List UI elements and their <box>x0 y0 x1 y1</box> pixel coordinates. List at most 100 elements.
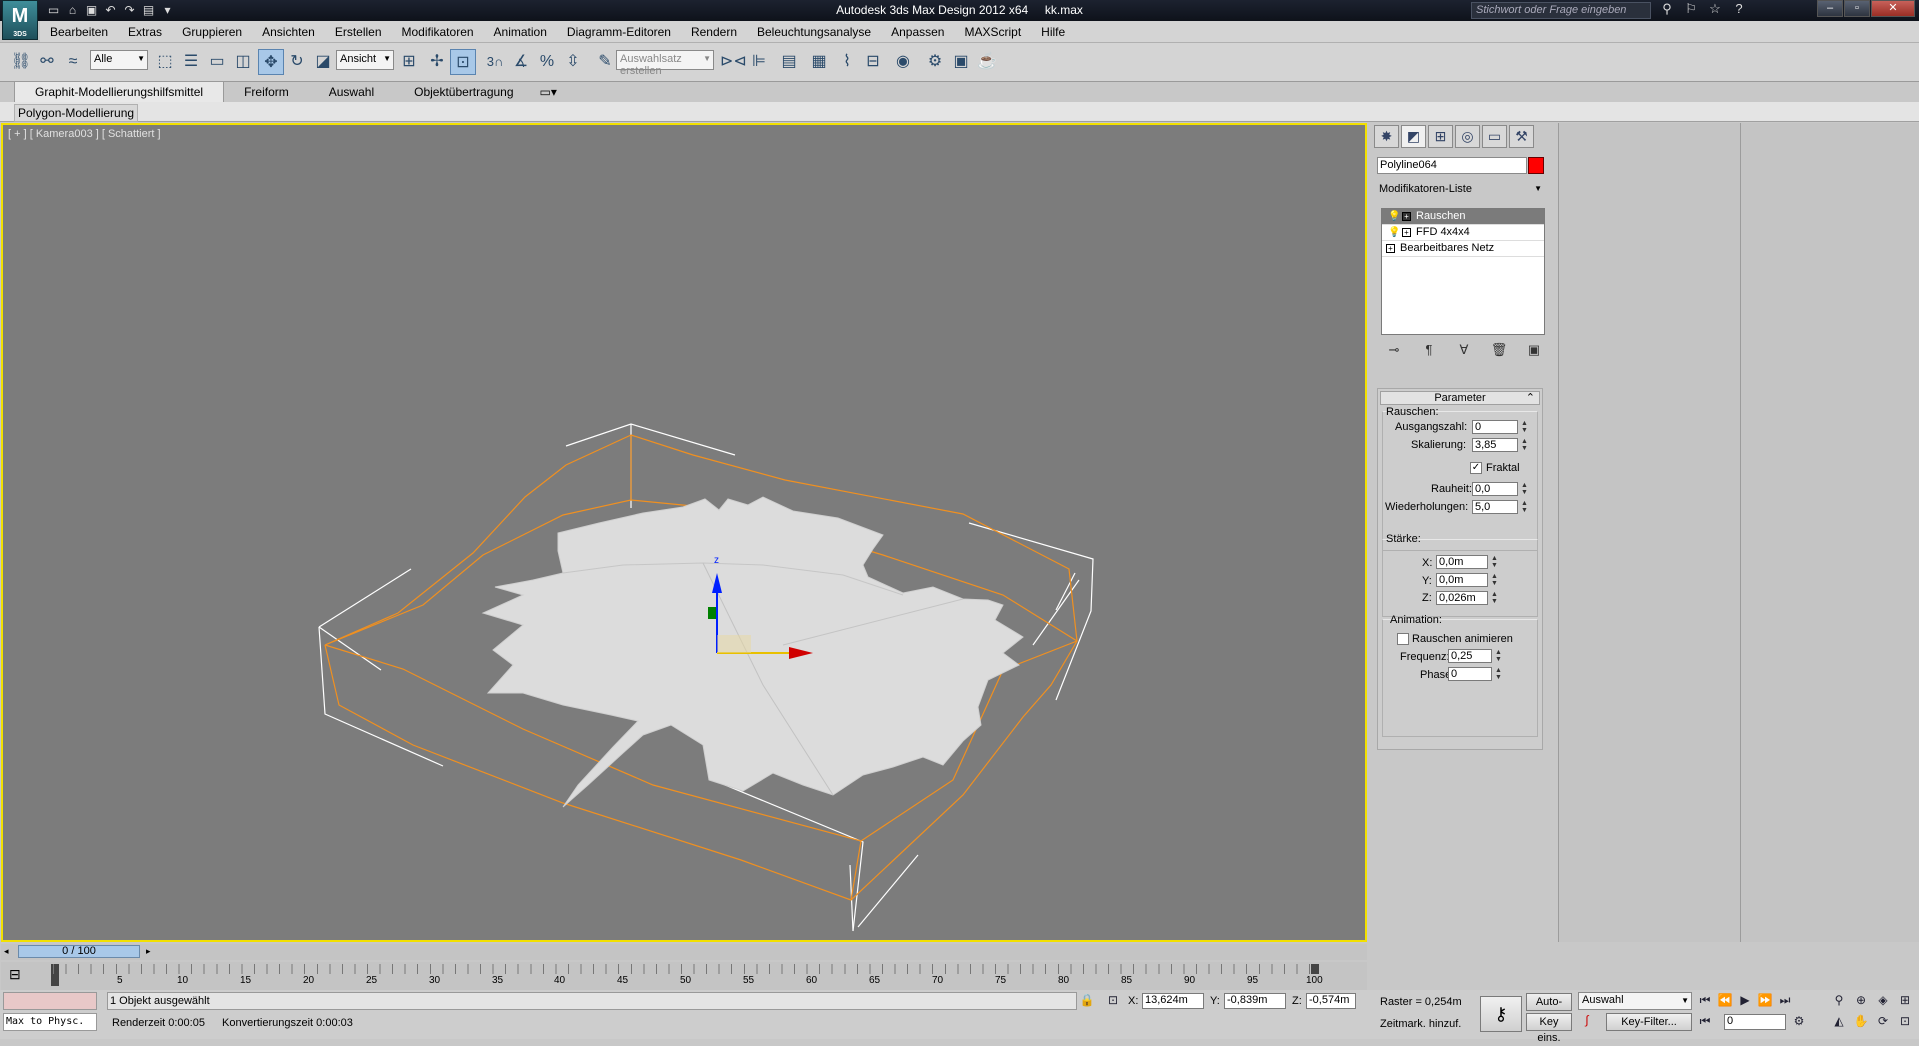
frequency-input[interactable]: 0,25 <box>1448 649 1492 663</box>
ribbon-options-icon[interactable]: ▭▾ <box>534 82 563 102</box>
menu-diagramm-editoren[interactable]: Diagramm-Editoren <box>557 25 681 39</box>
stack-item-ffd[interactable]: 💡 + FFD 4x4x4 <box>1382 225 1544 241</box>
configure-sets-icon[interactable]: ▣ <box>1523 342 1545 360</box>
time-next-icon[interactable]: ▸ <box>146 946 151 957</box>
roughness-spinner-icon[interactable]: ▲ ▼ <box>1520 482 1529 496</box>
lightbulb-icon[interactable]: 💡 <box>1388 225 1400 240</box>
align-icon[interactable]: ⊫ <box>746 49 772 75</box>
track-bar[interactable]: ⊟ 5 10 15 20 25 30 35 40 45 50 55 60 65 … <box>1 962 1367 990</box>
hierarchy-tab-icon[interactable]: ⊞ <box>1428 125 1453 148</box>
menu-maxscript[interactable]: MAXScript <box>954 25 1031 39</box>
maximize-icon[interactable]: ▫ <box>1844 0 1870 17</box>
menu-erstellen[interactable]: Erstellen <box>325 25 392 39</box>
rollout-title[interactable]: Parameter <box>1380 391 1540 405</box>
select-by-name-icon[interactable]: ☰ <box>178 49 204 75</box>
project-folder-icon[interactable]: ▤ <box>141 3 156 17</box>
strength-z-input[interactable]: 0,026m <box>1436 591 1488 605</box>
qat-dropdown-icon[interactable]: ▾ <box>160 3 175 17</box>
rotate-icon[interactable]: ↻ <box>284 49 310 75</box>
keyboard-shortcut-override-icon[interactable]: ⊡ <box>450 49 476 75</box>
expand-icon[interactable]: + <box>1402 212 1411 221</box>
snap-toggle-icon[interactable]: 3∩ <box>482 49 508 75</box>
menu-extras[interactable]: Extras <box>118 25 172 39</box>
key-mode-toggle-icon[interactable]: ⏮ <box>1696 1014 1714 1030</box>
iterations-spinner-icon[interactable]: ▲ ▼ <box>1520 500 1529 514</box>
strength-x-input[interactable]: 0,0m <box>1436 555 1488 569</box>
new-file-icon[interactable]: ▭ <box>46 3 61 17</box>
animate-noise-checkbox[interactable] <box>1397 633 1409 645</box>
scale-icon[interactable]: ◪ <box>310 49 336 75</box>
object-color-swatch[interactable] <box>1528 157 1544 174</box>
layer-manager-icon[interactable]: ▤ <box>776 49 802 75</box>
help-icon[interactable]: ? <box>1730 1 1748 17</box>
menu-hilfe[interactable]: Hilfe <box>1031 25 1075 39</box>
lock-icon[interactable]: 🔒 <box>1078 993 1096 1009</box>
goto-end-icon[interactable]: ⏭ <box>1776 993 1794 1009</box>
maximize-toggle-icon[interactable]: ⊡ <box>1896 1014 1914 1030</box>
window-crossing-icon[interactable]: ◫ <box>230 49 256 75</box>
strength-y-input[interactable]: 0,0m <box>1436 573 1488 587</box>
edit-named-selection-icon[interactable]: ✎ <box>592 49 618 75</box>
named-selection-dropdown[interactable]: Auswahlsatz erstellen <box>616 50 714 77</box>
auto-key-button[interactable]: Auto-Key <box>1526 993 1572 1024</box>
tab-objektuebertragung[interactable]: Objektübertragung <box>394 82 533 102</box>
zoom-all-icon[interactable]: ⊕ <box>1852 993 1870 1009</box>
menu-anpassen[interactable]: Anpassen <box>881 25 954 39</box>
maxscript-mini-listener[interactable]: Max to Physc. <box>3 1013 97 1031</box>
phase-input[interactable]: 0 <box>1448 667 1492 681</box>
curve-editor-mini-icon[interactable]: ⊟ <box>9 966 21 983</box>
star-icon[interactable]: ☆ <box>1706 1 1724 17</box>
pan-icon[interactable]: ✋ <box>1852 1014 1870 1030</box>
lightbulb-icon[interactable]: 💡 <box>1388 209 1400 224</box>
fov-icon[interactable]: ◭ <box>1830 1014 1848 1030</box>
save-icon[interactable]: ▣ <box>84 3 99 17</box>
graphite-toggle-icon[interactable]: ▦ <box>806 49 832 75</box>
zoom-icon[interactable]: ⚲ <box>1830 993 1848 1009</box>
remove-modifier-icon[interactable]: 🗑 <box>1488 342 1510 360</box>
current-frame-input[interactable]: 0 <box>1724 1014 1786 1030</box>
make-unique-icon[interactable]: ∀ <box>1453 342 1475 360</box>
coord-x-input[interactable]: 13,624m <box>1142 993 1204 1009</box>
key-mode-dropdown[interactable]: Auswahl <box>1578 992 1692 1010</box>
scale-input[interactable]: 3,85 <box>1472 438 1518 452</box>
move-icon[interactable]: ✥ <box>258 49 284 75</box>
pin-stack-icon[interactable]: ⊸ <box>1383 342 1405 360</box>
stack-item-editable-mesh[interactable]: + Bearbeitbares Netz <box>1382 241 1544 257</box>
angle-snap-icon[interactable]: ∡ <box>508 49 534 75</box>
render-teapot-icon[interactable]: ☕ <box>974 49 1000 75</box>
menu-beleuchtungsanalyse[interactable]: Beleuchtungsanalyse <box>747 25 881 39</box>
rendered-frame-icon[interactable]: ▣ <box>948 49 974 75</box>
maxscript-listener-input[interactable] <box>3 992 97 1010</box>
motion-tab-icon[interactable]: ◎ <box>1455 125 1480 148</box>
set-key-icon[interactable]: ⚷ <box>1480 996 1522 1032</box>
unlink-icon[interactable]: ⚯ <box>34 49 60 75</box>
tab-graphit[interactable]: Graphit-Modellierungshilfsmittel <box>14 81 225 102</box>
bind-spacewarp-icon[interactable]: ≈ <box>60 49 86 75</box>
rect-selection-icon[interactable]: ▭ <box>204 49 230 75</box>
open-file-icon[interactable]: ⌂ <box>65 3 80 17</box>
roughness-input[interactable]: 0,0 <box>1472 482 1518 496</box>
render-setup-icon[interactable]: ⚙ <box>922 49 948 75</box>
communication-icon[interactable]: ⚐ <box>1682 1 1700 17</box>
minimize-icon[interactable]: – <box>1817 0 1843 17</box>
pivot-center-icon[interactable]: ⊞ <box>396 49 422 75</box>
seed-input[interactable]: 0 <box>1472 420 1518 434</box>
binoculars-icon[interactable]: ⚲ <box>1658 1 1676 17</box>
app-logo[interactable]: M 3DS <box>2 0 38 40</box>
create-tab-icon[interactable]: ✸ <box>1374 125 1399 148</box>
menu-ansichten[interactable]: Ansichten <box>252 25 325 39</box>
selection-filter-dropdown[interactable]: Alle <box>90 50 148 70</box>
object-name-field[interactable]: Polyline064 <box>1377 157 1527 174</box>
search-input[interactable]: Stichwort oder Frage eingeben <box>1471 2 1651 19</box>
fractal-checkbox[interactable]: ✓ <box>1470 462 1482 474</box>
set-key-button[interactable]: Key eins. <box>1526 1013 1572 1044</box>
menu-gruppieren[interactable]: Gruppieren <box>172 25 252 39</box>
curve-editor-icon[interactable]: ⌇ <box>834 49 860 75</box>
absolute-mode-icon[interactable]: ⊡ <box>1104 993 1122 1009</box>
time-config-icon[interactable]: ⚙ <box>1790 1014 1808 1030</box>
polygon-modeling-panel[interactable]: Polygon-Modellierung <box>14 104 139 122</box>
material-editor-icon[interactable]: ◉ <box>890 49 916 75</box>
menu-rendern[interactable]: Rendern <box>681 25 747 39</box>
strength-y-spinner-icon[interactable]: ▲ ▼ <box>1490 573 1499 587</box>
select-object-icon[interactable]: ⬚ <box>152 49 178 75</box>
